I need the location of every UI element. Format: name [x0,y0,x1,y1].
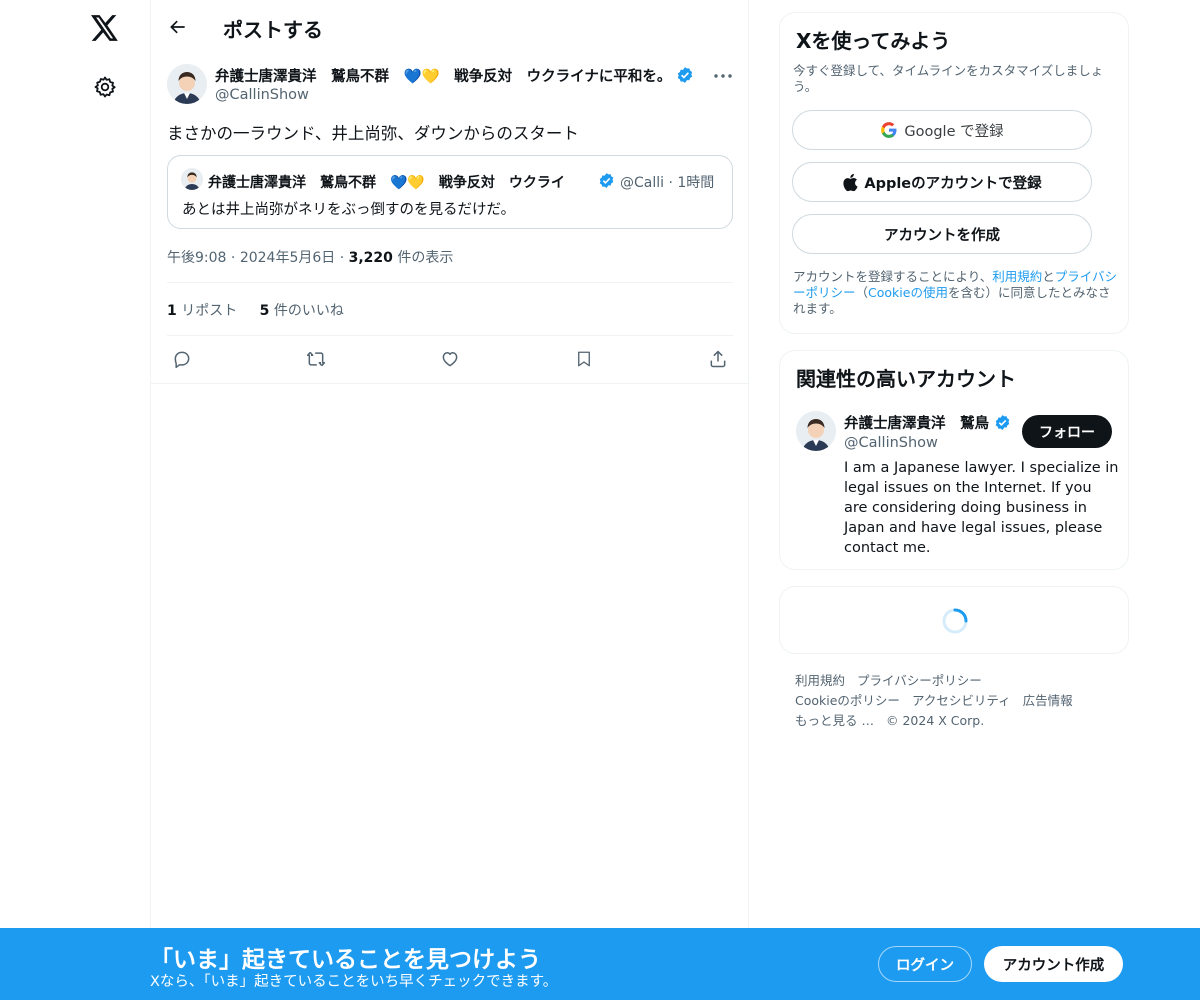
apple-signup-button[interactable]: Appleのアカウントで登録 [792,162,1092,202]
footer-more-link[interactable]: もっと見る … [795,713,874,728]
follow-button[interactable]: フォロー [1022,415,1112,448]
loading-spinner-icon [942,608,968,634]
views-count: 3,220 [348,250,393,266]
google-signup-button[interactable]: Google で登録 [792,110,1092,150]
quote-author-name: 弁護士唐澤貴洋 鷲鳥不群 💙💛 戦争反対 ウクライ [208,175,565,191]
legal-text: アカウントを登録することにより、 [793,269,993,284]
create-account-button[interactable]: アカウントを作成 [792,214,1092,254]
footer-privacy-link[interactable]: プライバシーポリシー [857,673,982,688]
related-account-handle[interactable]: @CallinShow [844,435,938,451]
author-name-text: 弁護士唐澤貴洋 鷲鳥不群 💙💛 戦争反対 ウクライナに平和を。 [215,69,672,85]
signup-button[interactable]: アカウント作成 [984,946,1123,982]
more-options-icon[interactable] [711,66,735,86]
bookmark-icon[interactable] [570,346,598,372]
top-bar: ポストする [151,0,749,53]
login-button[interactable]: ログイン [878,946,972,982]
quote-time: 1時間 [677,175,715,191]
quote-author-handle: @Calli · 1時間 [620,175,715,191]
left-navigation [0,0,150,1000]
page-title: ポストする [223,18,323,42]
footer-links: 利用規約 プライバシーポリシー Cookieのポリシー アクセシビリティ 広告情報 も… [795,671,1135,731]
repost-icon[interactable] [302,346,330,372]
avatar[interactable] [796,411,836,451]
create-account-label: アカウントを作成 [884,227,1000,244]
google-signup-label: Google で登録 [904,123,1004,140]
copyright: © 2024 X Corp. [885,713,985,728]
cookie-link[interactable]: Cookieの使用 [868,285,948,300]
post-timestamp: 午後9:08 · 2024年5月6日 · 3,220 件の表示 [167,250,454,266]
legal-notice: アカウントを登録することにより、利用規約とプライバシーポリシー（Cookieの使… [793,269,1121,317]
like-icon[interactable] [436,346,464,372]
reposts-label: リポスト [181,303,238,319]
quoted-post[interactable]: 弁護士唐澤貴洋 鷲鳥不群 💙💛 戦争反対 ウクライ @Calli · 1時間 あ… [167,155,733,229]
share-icon[interactable] [704,346,732,372]
post-text: まさかの一ラウンド、井上尚弥、ダウンからのスタート [167,124,579,143]
avatar[interactable] [167,64,207,104]
footer-ads-link[interactable]: 広告情報 [1023,693,1073,708]
loading-card [779,586,1129,654]
x-logo-icon[interactable] [85,8,125,48]
likes-stat[interactable]: 5 件のいいね [260,303,344,319]
terms-link[interactable]: 利用規約 [992,269,1042,284]
verified-badge-icon [599,173,614,188]
author-handle[interactable]: @CallinShow [215,87,309,103]
divider [167,282,733,283]
quote-text: あとは井上尚弥がネリをぶっ倒すのを見るだけだ。 [182,202,516,218]
related-accounts-title: 関連性の高いアカウント [796,367,1016,391]
banner-title: 「いま」起きていることを見つけよう [150,947,541,973]
gear-icon[interactable] [88,70,122,104]
signup-card: Xを使ってみよう 今すぐ登録して、タイムラインをカスタマイズしましょう。 Goo… [779,12,1129,334]
reposts-stat[interactable]: 1 リポスト [167,303,237,319]
arrow-left-icon [170,20,185,34]
verified-badge-icon [995,415,1010,430]
banner-subtitle: Xなら、「いま」起きていることをいち早くチェックできます。 [150,974,558,990]
signup-card-title: Xを使ってみよう [796,29,951,53]
related-account-bio: I am a Japanese lawyer. I specialize in … [844,460,1119,556]
post-stats: 1 リポスト 5 件のいいね [167,300,344,320]
main-column: ポストする 弁護士唐澤貴洋 鷲鳥不群 💙💛 戦争反対 ウクライナに平和を。 @C… [150,0,749,1000]
quote-handle-text: @Calli [620,175,665,191]
verified-badge-icon [678,67,693,83]
signup-card-subtitle: 今すぐ登録して、タイムラインをカスタマイズしましょう。 [793,63,1104,94]
divider [151,383,749,384]
likes-label: 件のいいね [273,303,344,319]
apple-signup-label: Appleのアカウントで登録 [864,175,1042,192]
footer-cookie-link[interactable]: Cookieのポリシー [795,693,900,708]
related-name-text: 弁護士唐澤貴洋 鷲鳥 [844,416,989,432]
legal-text: と [1042,269,1055,284]
footer-terms-link[interactable]: 利用規約 [795,673,845,688]
reply-icon[interactable] [168,346,196,372]
reposts-count: 1 [167,303,177,319]
back-button[interactable] [161,10,195,44]
views-label: 件の表示 [397,250,454,266]
quote-avatar [181,168,203,190]
post-time[interactable]: 午後9:08 [167,250,226,266]
google-icon [881,122,897,138]
footer-accessibility-link[interactable]: アクセシビリティ [912,693,1011,708]
divider [167,335,733,336]
apple-icon [843,173,858,191]
post-date[interactable]: 2024年5月6日 [240,250,335,266]
likes-count: 5 [259,303,270,319]
related-account-name[interactable]: 弁護士唐澤貴洋 鷲鳥 [844,412,1011,433]
bottom-signup-banner: 「いま」起きていることを見つけよう Xなら、「いま」起きていることをいち早くチェ… [0,928,1200,1000]
related-accounts-card: 関連性の高いアカウント 弁護士唐澤貴洋 鷲鳥 @CallinShow フォロー … [779,350,1129,570]
author-name[interactable]: 弁護士唐澤貴洋 鷲鳥不群 💙💛 戦争反対 ウクライナに平和を。 [215,65,694,86]
legal-text: （ [855,285,869,300]
